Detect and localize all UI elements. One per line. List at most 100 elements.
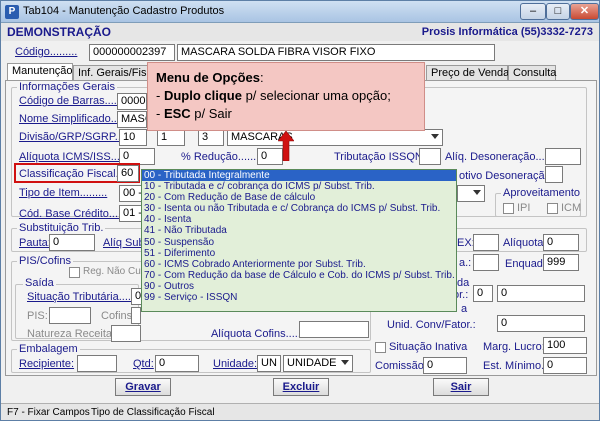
reduction-label: % Redução.........: [181, 151, 266, 163]
icm-label: ICM: [561, 202, 582, 214]
dropdown-item[interactable]: 10 - Tributada e c/ cobrança do ICMS p/ …: [142, 181, 456, 192]
comissao-input[interactable]: 0: [423, 357, 467, 374]
qtd-input[interactable]: 0: [155, 355, 199, 372]
dropdown-item[interactable]: 60 - ICMS Cobrado Anteriormente por Subs…: [142, 259, 456, 270]
dropdown-item[interactable]: 30 - Isenta ou não Tributada e c/ Cobran…: [142, 203, 456, 214]
a-input[interactable]: [473, 254, 499, 271]
item-type-label: Tipo de Item.........: [19, 187, 108, 199]
short-name-input[interactable]: MASC: [117, 111, 147, 128]
aliq-cofins-label: Alíquota Cofins.........: [211, 328, 314, 340]
subst-trib-title: Substituição Trib.: [17, 222, 106, 234]
cofins-input[interactable]: [131, 307, 141, 324]
class-fiscal-label: Classificação Fiscal..:: [19, 168, 125, 180]
dropdown-item[interactable]: 70 - Com Redução da base de Cálculo e Co…: [142, 270, 456, 281]
ipi-checkbox[interactable]: [503, 203, 514, 214]
app-icon: P: [5, 5, 19, 19]
icms-label: Alíquota ICMS/ISS......: [19, 151, 130, 163]
unidade-select[interactable]: UNIDADE: [283, 355, 353, 372]
tooltip-line1-bold: Duplo clique: [163, 88, 242, 103]
exit-button[interactable]: Sair: [433, 378, 489, 396]
aliquota-input[interactable]: 0: [543, 234, 579, 251]
qtd-label: Qtd:: [133, 358, 154, 370]
base-code-select[interactable]: 01 -: [119, 205, 143, 222]
save-button[interactable]: Gravar: [115, 378, 171, 396]
chevron-down-icon: [473, 190, 481, 195]
embalagem-title: Embalagem: [17, 343, 80, 355]
barcode-input[interactable]: 00000: [117, 93, 147, 110]
situacao-inativa-checkbox[interactable]: [375, 342, 386, 353]
subgroup-input[interactable]: 3: [198, 129, 224, 146]
division-input[interactable]: 10: [119, 129, 147, 146]
or2-input[interactable]: 0: [497, 285, 585, 302]
window-title: Tab104 - Manutenção Cadastro Produtos: [23, 5, 225, 17]
tab-manutencao[interactable]: Manutenção: [7, 63, 73, 81]
ex-input[interactable]: [473, 234, 499, 251]
class-fiscal-input[interactable]: 60: [117, 165, 139, 182]
tab-preco-venda[interactable]: Preço de Venda: [426, 65, 509, 81]
group-input[interactable]: 1: [157, 129, 185, 146]
description-input[interactable]: MASCARA SOLDA FIBRA VISOR FIXO: [177, 44, 495, 61]
dropdown-item[interactable]: 51 - Diferimento: [142, 248, 456, 259]
recipiente-input[interactable]: [77, 355, 117, 372]
icm-checkbox[interactable]: [547, 203, 558, 214]
dropdown-item[interactable]: 99 - Serviço - ISSQN: [142, 292, 456, 303]
reg-nao-cumulativo-checkbox[interactable]: [69, 267, 80, 278]
unidade-code-input[interactable]: UN: [257, 355, 281, 372]
company-contact: Prosis Informática (55)3332-7273: [421, 26, 593, 38]
product-maintenance-window: P Tab104 - Manutenção Cadastro Produtos …: [0, 0, 600, 421]
pauta-label: Pauta:: [19, 237, 51, 249]
company-header: DEMONSTRAÇÃO Prosis Informática (55)3332…: [1, 23, 599, 41]
tab-inf-gerais[interactable]: Inf. Gerais/Fiscais: [73, 65, 166, 81]
title-bar: P Tab104 - Manutenção Cadastro Produtos …: [1, 1, 599, 23]
close-icon[interactable]: ✕: [570, 3, 599, 20]
issqn-label: Tributação ISSQN:: [334, 151, 426, 163]
marg-lucro-input[interactable]: 100: [543, 337, 587, 354]
chevron-down-icon: [431, 134, 439, 139]
dropdown-item[interactable]: 40 - Isenta: [142, 214, 456, 225]
desoneracao-input[interactable]: [545, 148, 581, 165]
code-input[interactable]: 000000002397: [89, 44, 175, 61]
up-arrow-icon: [278, 131, 294, 161]
status-text: Tipo de Classificação Fiscal: [91, 407, 215, 418]
dropdown-item[interactable]: 20 - Com Redução de Base de cálculo: [142, 192, 456, 203]
classification-dropdown[interactable]: 00 - Tributada Integralmente 10 - Tribut…: [141, 169, 457, 312]
dropdown-item[interactable]: 50 - Suspensão: [142, 237, 456, 248]
item-type-select[interactable]: 00 -: [119, 185, 143, 202]
pis-label: PIS:: [27, 310, 48, 322]
dropdown-item[interactable]: 41 - Não Tributada: [142, 225, 456, 236]
tooltip-line2-bold: ESC: [163, 106, 191, 121]
unidade-label: Unidade:: [213, 358, 258, 370]
pis-input[interactable]: [49, 307, 91, 324]
motivo-input[interactable]: [545, 166, 563, 183]
enquad-input[interactable]: 999: [543, 254, 579, 271]
or-input[interactable]: 0: [473, 285, 493, 302]
est-minimo-label: Est. Mínimo.:: [483, 360, 548, 372]
right-select[interactable]: [457, 185, 485, 202]
recipiente-label: Recipiente:: [19, 358, 75, 370]
delete-button[interactable]: Excluir: [273, 378, 329, 396]
general-info-title: Informações Gerais: [17, 81, 117, 93]
short-name-label: Nome Simplificado.....: [19, 113, 126, 125]
maximize-icon[interactable]: □: [546, 3, 570, 20]
tab-consulta[interactable]: Consulta: [508, 65, 556, 81]
sit-trib-label: Situação Tributária.......: [27, 291, 141, 303]
status-bar: F7 - Fixar Campos Tipo de Classificação …: [1, 403, 599, 420]
marg-lucro-label: Marg. Lucro:: [483, 341, 545, 353]
code-label: Código.........: [15, 46, 78, 58]
motivo-label: otivo Desoneração:: [459, 170, 554, 182]
pis-cofins-title: PIS/Cofins: [17, 255, 73, 267]
minimize-icon[interactable]: –: [520, 3, 546, 20]
situacao-inativa-label: Situação Inativa: [389, 341, 468, 353]
dropdown-item[interactable]: 00 - Tributada Integralmente: [142, 170, 456, 182]
a2-label: a: [461, 303, 468, 315]
natureza-input[interactable]: [111, 325, 141, 342]
desoneracao-label: Alíq. Desoneração...:: [445, 151, 548, 163]
unid-conv-input[interactable]: 0: [497, 315, 585, 332]
est-minimo-input[interactable]: 0: [543, 357, 587, 374]
aliq-cofins-input[interactable]: [299, 321, 369, 338]
issqn-input[interactable]: [419, 148, 441, 165]
aproveitamento-title: Aproveitamento: [501, 187, 583, 199]
subgroup-select[interactable]: MASCARAS: [227, 129, 443, 146]
dropdown-item[interactable]: 90 - Outros: [142, 281, 456, 292]
pauta-input[interactable]: 0: [49, 234, 95, 251]
